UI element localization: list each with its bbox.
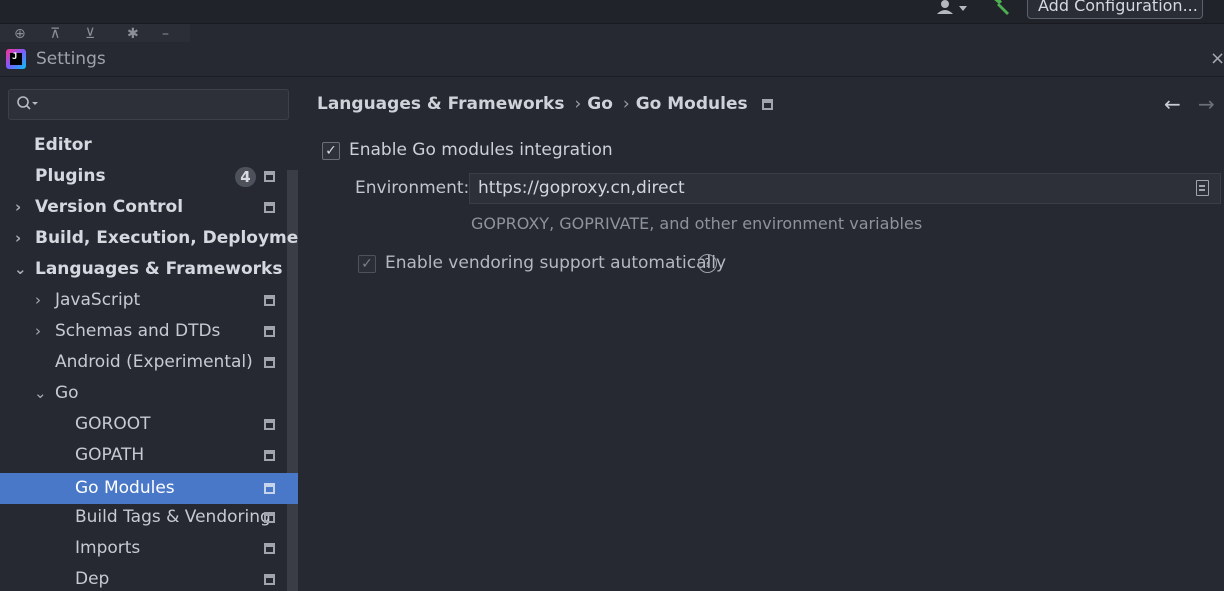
plugins-update-badge: 4 <box>235 167 256 187</box>
tree-item-label: GOPATH <box>75 445 145 465</box>
collapse-all-icon[interactable]: ⊼ <box>50 27 60 41</box>
project-level-icon <box>264 543 275 554</box>
project-level-icon <box>264 574 275 585</box>
tree-item-go-modules[interactable]: Go Modules <box>0 473 298 504</box>
tree-item-label: Plugins <box>35 166 106 186</box>
help-icon[interactable]: ? <box>698 254 717 273</box>
dialog-title: Settings <box>36 49 106 69</box>
project-level-icon <box>264 202 275 213</box>
add-configuration-button[interactable]: Add Configuration... <box>1027 0 1203 19</box>
enable-go-modules-row: ✓ Enable Go modules integration <box>322 140 722 164</box>
tree-item-build-tags-vendoring[interactable]: Build Tags & Vendoring <box>0 502 287 533</box>
enable-go-modules-label[interactable]: Enable Go modules integration <box>349 140 613 160</box>
project-level-icon <box>761 99 773 110</box>
enable-vendoring-label[interactable]: Enable vendoring support automatically <box>385 253 726 273</box>
tree-item-label: Go Modules <box>75 478 175 498</box>
tree-item-go[interactable]: ⌄ Go <box>0 378 287 409</box>
ide-toolbar: ⊕ ⊼ ⊻ ✱ – Add Configuration... <box>0 0 1224 42</box>
globe-icon[interactable]: ⊕ <box>14 27 26 41</box>
breadcrumb-separator: › <box>574 94 582 114</box>
minimize-icon[interactable]: – <box>162 27 169 41</box>
environment-label: Environment: <box>355 178 470 198</box>
tree-item-plugins[interactable]: Plugins 4 <box>0 161 287 192</box>
enable-go-modules-checkbox[interactable]: ✓ <box>322 142 340 160</box>
chevron-right-icon[interactable]: › <box>15 192 29 223</box>
settings-content-panel: Languages & Frameworks › Go › Go Modules ← →… <box>298 78 1224 591</box>
search-icon[interactable] <box>16 95 40 115</box>
tree-item-label: Schemas and DTDs <box>55 321 221 341</box>
tree-item-build-execution-deployment[interactable]: › Build, Execution, Deployment <box>0 223 319 254</box>
tree-item-version-control[interactable]: › Version Control <box>0 192 287 223</box>
tree-item-android[interactable]: Android (Experimental) <box>0 347 287 378</box>
tree-item-dep[interactable]: Dep <box>0 564 287 591</box>
tree-item-label: GOROOT <box>75 414 151 434</box>
breadcrumb-separator: › <box>622 94 630 114</box>
build-hammer-icon[interactable] <box>990 0 1012 17</box>
project-level-icon <box>264 171 275 182</box>
search-input[interactable] <box>8 89 289 120</box>
chevron-right-icon[interactable]: › <box>35 316 49 347</box>
expand-all-icon[interactable]: ⊻ <box>85 27 95 41</box>
tree-item-label: Build Tags & Vendoring <box>75 507 271 527</box>
tree-item-languages-frameworks[interactable]: ⌄ Languages & Frameworks <box>0 254 287 285</box>
breadcrumb-item[interactable]: Go <box>587 94 613 114</box>
tree-item-schemas-dtds[interactable]: › Schemas and DTDs <box>0 316 287 347</box>
project-level-icon <box>264 295 275 306</box>
breadcrumb-item-current: Go Modules <box>635 94 748 114</box>
tree-item-label: JavaScript <box>55 290 141 310</box>
dialog-titlebar: J Settings × <box>0 42 1224 77</box>
environment-input[interactable]: https://goproxy.cn,direct <box>469 173 1221 204</box>
environment-hint: GOPROXY, GOPRIVATE, and other environmen… <box>471 214 923 233</box>
project-level-icon <box>264 512 275 523</box>
tree-item-javascript[interactable]: › JavaScript <box>0 285 287 316</box>
enable-vendoring-row: ✓ Enable vendoring support automatically <box>358 253 726 277</box>
back-arrow-icon[interactable]: ← <box>1164 92 1181 116</box>
tree-item-label: Version Control <box>35 197 184 217</box>
tree-item-imports[interactable]: Imports <box>0 533 287 564</box>
tree-item-label: Languages & Frameworks <box>35 259 283 279</box>
app-logo-icon: J <box>6 49 26 69</box>
tree-item-label: Editor <box>34 135 92 155</box>
tree-item-label: Imports <box>75 538 141 558</box>
project-level-icon <box>264 483 275 494</box>
tree-item-gopath[interactable]: GOPATH <box>0 440 287 471</box>
gear-icon[interactable]: ✱ <box>127 27 139 41</box>
tree-item-editor[interactable]: Editor <box>0 130 287 161</box>
tree-item-label: Build, Execution, Deployment <box>35 228 319 248</box>
tree-item-label: Go <box>55 383 79 403</box>
chevron-right-icon[interactable]: › <box>15 223 29 254</box>
tree-item-goroot[interactable]: GOROOT <box>0 409 287 440</box>
close-icon[interactable]: × <box>1210 48 1224 69</box>
user-icon[interactable] <box>934 0 970 18</box>
project-level-icon <box>264 357 275 368</box>
forward-arrow-icon[interactable]: → <box>1198 92 1215 116</box>
tool-window-strip: ⊕ ⊼ ⊻ ✱ – <box>0 24 190 42</box>
enable-vendoring-checkbox[interactable]: ✓ <box>358 255 376 273</box>
project-level-icon <box>264 326 275 337</box>
edit-environment-icon[interactable] <box>1196 180 1209 196</box>
breadcrumb: Languages & Frameworks › Go › Go Modules <box>317 94 777 118</box>
chevron-right-icon[interactable]: › <box>35 285 49 316</box>
settings-tree-panel: Editor Plugins 4 › Version Control › Bui… <box>0 78 319 591</box>
chevron-down-icon[interactable]: ⌄ <box>34 378 48 409</box>
tree-item-label: Dep <box>75 569 110 589</box>
breadcrumb-item[interactable]: Languages & Frameworks <box>317 94 564 114</box>
project-level-icon <box>264 419 275 430</box>
project-level-icon <box>264 450 275 461</box>
tree-item-label: Android (Experimental) <box>55 352 253 372</box>
chevron-down-icon[interactable]: ⌄ <box>14 254 28 285</box>
